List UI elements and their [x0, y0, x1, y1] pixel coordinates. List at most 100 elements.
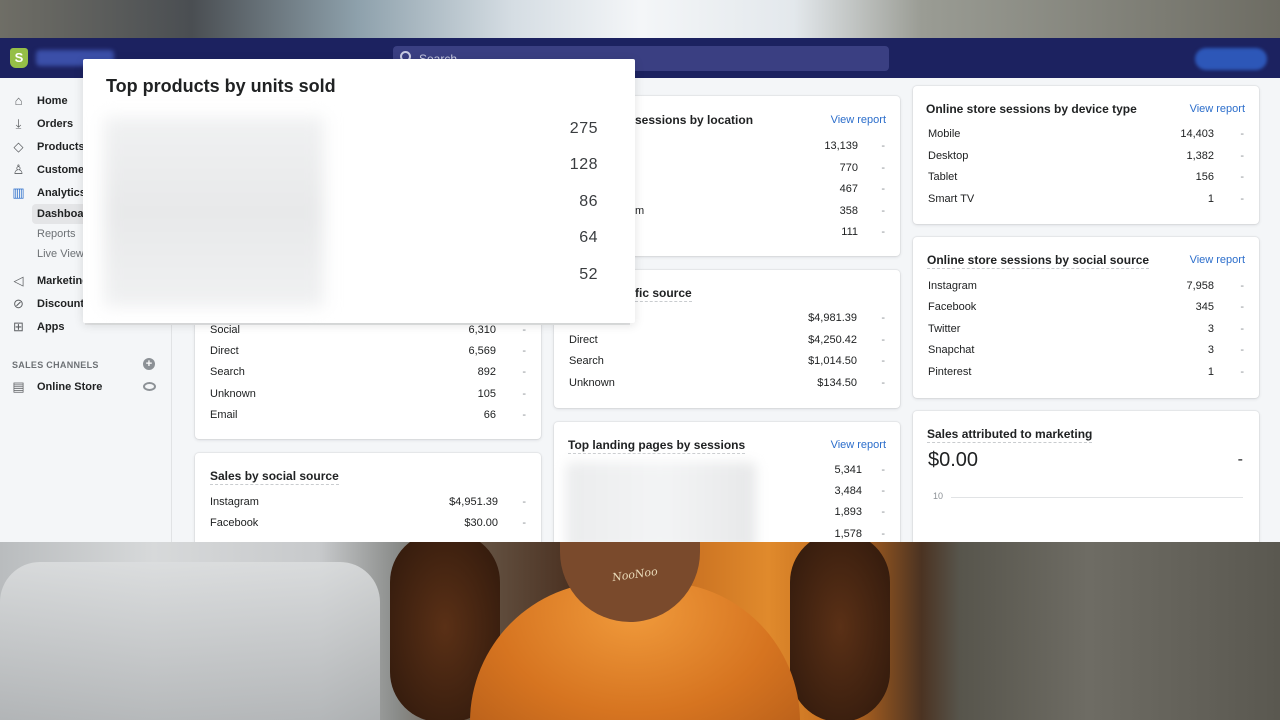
- view-report-link[interactable]: View report: [1190, 254, 1245, 266]
- row-change: -: [1240, 344, 1244, 356]
- row-label: Direct: [210, 345, 239, 357]
- bar-chart-icon: ▥: [12, 185, 25, 200]
- table-row: Mobile 14,403 -: [913, 124, 1259, 144]
- top-landing-pages-card: Top landing pages by sessions View repor…: [554, 422, 900, 542]
- row-value: 3: [1207, 323, 1214, 335]
- row-change: -: [522, 324, 526, 336]
- row-label: Desktop: [928, 150, 969, 162]
- view-report-link[interactable]: View report: [831, 439, 886, 451]
- table-row: Direct 6,569 -: [195, 341, 541, 361]
- chart-y-tick: 10: [933, 491, 944, 501]
- row-change: -: [881, 355, 885, 367]
- table-row: Unknown $134.50 -: [554, 373, 900, 393]
- row-value: 5,341: [834, 464, 862, 476]
- home-icon: ⌂: [14, 93, 23, 108]
- card-title: Online store sessions by social source: [927, 253, 1150, 269]
- row-change: -: [881, 464, 885, 476]
- sales-by-social-source-card: Sales by social source Instagram $4,951.…: [195, 453, 541, 542]
- row-label: Pinterest: [928, 366, 972, 378]
- row-change: -: [881, 205, 885, 217]
- card-title: Sales attributed to marketing: [927, 427, 1093, 443]
- row-change: -: [881, 162, 885, 174]
- row-label: Mobile: [928, 128, 961, 140]
- megaphone-icon: ◁: [13, 273, 24, 288]
- row-label: Instagram: [210, 496, 259, 508]
- couch-shape: [0, 562, 380, 720]
- table-row: Search $1,014.50 -: [554, 351, 900, 371]
- table-row: Facebook $30.00 -: [195, 513, 541, 533]
- sidebar-sub-label: Reports: [37, 228, 76, 240]
- units-sold-value: 128: [569, 156, 598, 173]
- row-value: 111: [841, 226, 858, 238]
- row-label: Search: [569, 355, 604, 367]
- table-row: Instagram 7,958 -: [913, 276, 1259, 296]
- row-change: -: [881, 485, 885, 497]
- row-change: -: [522, 388, 526, 400]
- row-value: 3,484: [834, 485, 862, 497]
- card-title: Online store sessions by device type: [926, 102, 1137, 116]
- marketing-sales-change: -: [1237, 451, 1243, 468]
- row-label: Tablet: [928, 171, 958, 183]
- view-report-link[interactable]: View report: [831, 114, 886, 126]
- sidebar-item-label: Marketing: [37, 275, 89, 287]
- person-icon: ♙: [12, 162, 25, 177]
- row-label: Email: [210, 409, 238, 421]
- units-sold-value: 64: [579, 229, 598, 246]
- chart-grid-line: [951, 497, 1243, 498]
- sessions-by-device-card: Online store sessions by device type Vie…: [913, 86, 1259, 224]
- table-row: Unknown 105 -: [195, 384, 541, 404]
- row-value: 1: [1207, 193, 1214, 205]
- table-row: 1,578 -: [554, 524, 900, 542]
- row-value: 892: [477, 366, 496, 378]
- row-label: Facebook: [928, 301, 977, 313]
- table-row: Twitter 3 -: [913, 319, 1259, 339]
- row-change: -: [881, 226, 885, 238]
- sidebar-item-label: Analytics: [37, 187, 86, 199]
- row-change: -: [1240, 280, 1244, 292]
- table-row: Facebook 345 -: [913, 297, 1259, 317]
- row-value: 156: [1195, 171, 1214, 183]
- table-row: Smart TV 1 -: [913, 189, 1259, 209]
- row-value: $4,951.39: [449, 496, 498, 508]
- shopify-logo-icon[interactable]: S: [10, 48, 28, 68]
- row-value: 1: [1207, 366, 1214, 378]
- top-products-overlay: Top products by units sold 275 128 86 64…: [83, 59, 635, 323]
- units-sold-value: 86: [579, 193, 598, 210]
- sidebar-item-label: Orders: [37, 118, 74, 130]
- row-value: 1,893: [834, 506, 862, 518]
- table-row: Instagram $4,951.39 -: [195, 492, 541, 512]
- row-change: -: [522, 345, 526, 357]
- row-value: 345: [1195, 301, 1214, 313]
- sidebar-sub-label: Live View: [37, 248, 84, 260]
- card-title: Sales by social source: [210, 469, 339, 485]
- overlay-title: Top products by units sold: [106, 76, 336, 96]
- row-value: 358: [839, 205, 858, 217]
- row-value: $4,250.42: [808, 334, 857, 346]
- orders-icon: ⤓: [15, 116, 22, 131]
- sales-channels-heading: SALES CHANNELS: [12, 360, 99, 370]
- row-value: 3: [1207, 344, 1214, 356]
- video-background-top: [0, 0, 1280, 38]
- row-value: 13,139: [824, 140, 858, 152]
- row-label: Social: [210, 324, 240, 336]
- eye-icon[interactable]: [143, 382, 156, 391]
- discount-icon: ⊘: [13, 296, 24, 311]
- row-value: 770: [839, 162, 858, 174]
- card-title: sessions by location: [635, 113, 754, 127]
- units-sold-value: 275: [569, 120, 598, 137]
- row-label: Facebook: [210, 517, 259, 529]
- row-change: -: [881, 140, 885, 152]
- row-change: -: [881, 312, 885, 324]
- row-change: -: [1240, 301, 1244, 313]
- view-report-link[interactable]: View report: [1190, 103, 1245, 115]
- account-menu-blurred[interactable]: [1195, 48, 1267, 70]
- row-change: -: [1240, 193, 1244, 205]
- add-channel-plus-icon[interactable]: +: [143, 358, 155, 370]
- row-value: 6,310: [468, 324, 496, 336]
- row-label: Direct: [569, 334, 598, 346]
- row-label: Twitter: [928, 323, 961, 335]
- table-row: 1,893 -: [554, 502, 900, 522]
- row-value: 66: [483, 409, 496, 421]
- row-label: Unknown: [210, 388, 256, 400]
- row-value: 467: [839, 183, 858, 195]
